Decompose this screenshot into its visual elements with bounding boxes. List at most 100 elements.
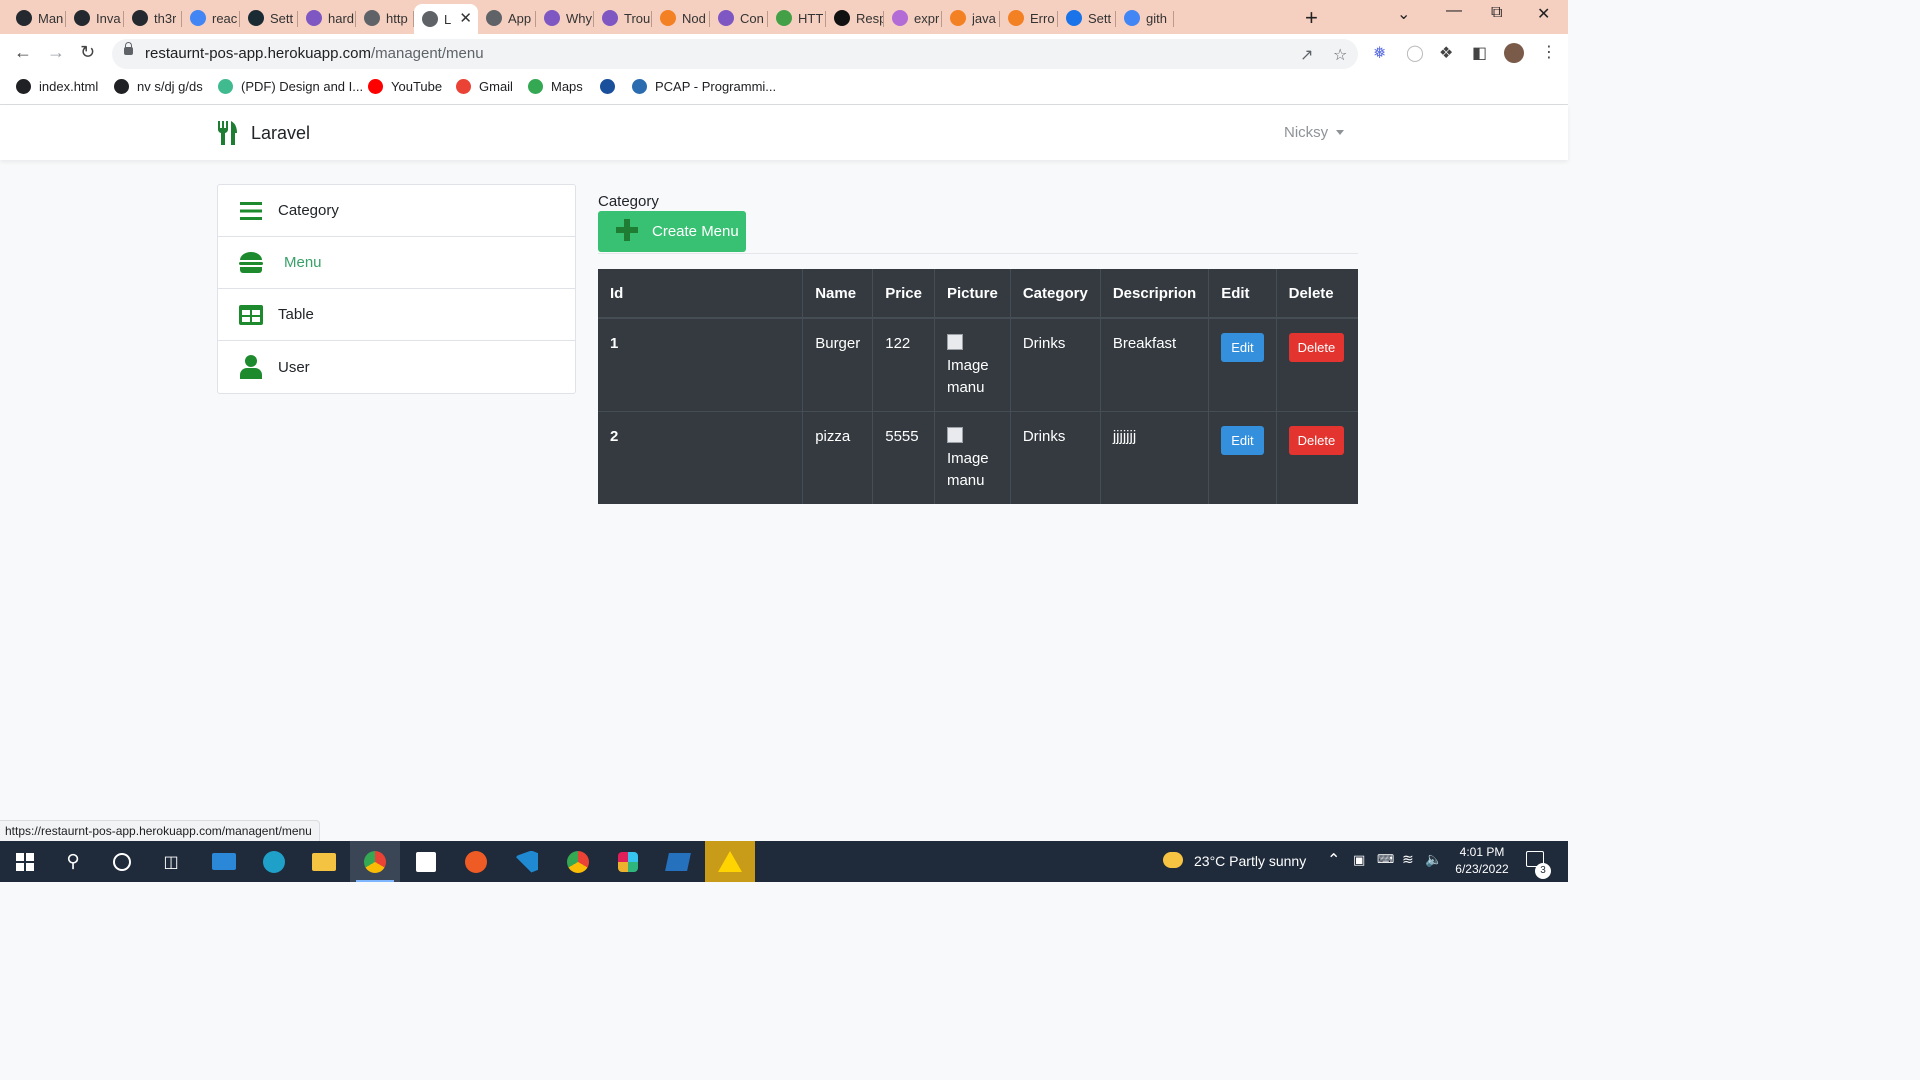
tab-title: L [444, 11, 452, 27]
globe-icon [422, 11, 438, 27]
edit-button[interactable]: Edit [1221, 426, 1264, 455]
address-bar[interactable]: restaurnt-pos-app.herokuapp.com/managent… [112, 39, 1358, 69]
cell-picture: Image manu [934, 411, 1011, 504]
bookmark-item[interactable]: Gmail [456, 79, 513, 94]
sidebar-item-category[interactable]: Category [218, 185, 575, 237]
meet-now-icon[interactable]: ▣ [1353, 852, 1365, 868]
bookmark-item[interactable]: (PDF) Design and I... [218, 79, 363, 94]
browser-tab[interactable]: Erro [1000, 4, 1058, 32]
bookmark-item[interactable] [600, 79, 623, 94]
browser-tab[interactable]: th3r [124, 4, 182, 32]
browser-tab-active[interactable]: L ✕ [414, 4, 478, 34]
clock-date: 6/23/2022 [1455, 862, 1509, 876]
search-icon[interactable]: ⚲ [48, 841, 98, 882]
browser-tab[interactable]: java [942, 4, 1000, 32]
clock-time: 4:01 PM [1459, 845, 1505, 859]
back-button[interactable]: ← [14, 42, 32, 63]
create-menu-button[interactable]: Create Menu [598, 211, 746, 252]
bookmark-item[interactable]: index.html [16, 79, 98, 94]
bookmark-item[interactable]: Maps [528, 79, 583, 94]
edge-browser-icon[interactable] [249, 841, 299, 882]
brand-link[interactable]: Laravel [217, 121, 310, 145]
weather-text[interactable]: 23°C Partly sunny [1194, 853, 1306, 869]
reload-button[interactable]: ↻ [80, 42, 95, 63]
minimize-button[interactable]: — [1446, 2, 1462, 20]
slack-icon[interactable] [603, 841, 653, 882]
system-clock[interactable]: 4:01 PM 6/23/2022 [1448, 844, 1516, 878]
forward-button[interactable]: → [47, 42, 65, 63]
bookmark-label: Gmail [479, 79, 513, 94]
tab-search-icon[interactable]: ⌄ [1397, 4, 1410, 24]
delete-button[interactable]: Delete [1288, 333, 1345, 362]
chrome-taskbar-icon[interactable] [350, 841, 400, 882]
table-row: 2 pizza 5555 Image manu Drinks jjjjjjj E… [598, 411, 1358, 504]
url-text[interactable]: restaurnt-pos-app.herokuapp.com/managent… [145, 45, 484, 62]
profile-avatar[interactable] [1504, 43, 1524, 63]
browser-tab[interactable]: Sett [240, 4, 298, 32]
cell-category: Drinks [1010, 411, 1101, 504]
github-icon [132, 10, 148, 26]
sidebar-item-user[interactable]: User [218, 341, 575, 393]
browser-tab[interactable]: App [478, 4, 536, 32]
volume-icon[interactable]: 🔈 [1425, 851, 1442, 868]
lock-icon[interactable] [124, 42, 133, 55]
bookmark-favicon-icon [528, 79, 543, 94]
powershell-icon[interactable] [653, 841, 703, 882]
sidebar-item-table[interactable]: Table [218, 289, 575, 341]
warning-app-icon[interactable] [705, 841, 755, 882]
extension-circle-icon[interactable]: ◯ [1406, 43, 1424, 63]
browser-tab[interactable]: Man [8, 4, 66, 32]
bookmark-item[interactable]: PCAP - Programmi... [632, 79, 776, 94]
vscode-icon[interactable] [502, 841, 552, 882]
browser-tab[interactable]: reac [182, 4, 240, 32]
side-panel-icon[interactable]: ◧ [1472, 43, 1487, 63]
browser-tab[interactable]: Resp [826, 4, 884, 32]
chrome-profile-icon[interactable] [553, 841, 603, 882]
browser-tab[interactable]: hard [298, 4, 356, 32]
browser-tab[interactable]: Sett [1058, 4, 1116, 32]
edit-button[interactable]: Edit [1221, 333, 1264, 362]
browser-tab[interactable]: HTT [768, 4, 826, 32]
wifi-icon[interactable]: ≋ [1402, 851, 1414, 868]
new-tab-button[interactable]: + [1305, 5, 1318, 31]
tab-title: Why [566, 10, 592, 26]
tray-chevron-icon[interactable]: ⌃ [1327, 850, 1340, 870]
user-dropdown[interactable]: Nicksy [1284, 124, 1345, 141]
browser-tab[interactable]: Trou [594, 4, 652, 32]
browser-tab[interactable]: Nod [652, 4, 710, 32]
bookmark-item[interactable]: nv s/dj g/ds [114, 79, 203, 94]
bookmark-star-icon[interactable]: ☆ [1333, 45, 1347, 65]
cortana-icon[interactable] [97, 841, 147, 882]
browser-tab[interactable]: expr [884, 4, 942, 32]
postman-icon[interactable] [451, 841, 501, 882]
extensions-puzzle-icon[interactable]: ❖ [1439, 43, 1453, 63]
browser-tab[interactable]: Why [536, 4, 594, 32]
file-explorer-icon[interactable] [299, 841, 349, 882]
restore-button[interactable]: ⧉ [1491, 4, 1502, 22]
browser-tab[interactable]: Inva [66, 4, 124, 32]
tab-title: Resp [856, 10, 884, 26]
browser-tab[interactable]: gith [1116, 4, 1174, 32]
close-window-button[interactable]: ✕ [1537, 4, 1550, 24]
chrome-menu-icon[interactable]: ⋮ [1541, 42, 1557, 62]
bookmark-item[interactable]: YouTube [368, 79, 442, 94]
input-language-icon[interactable]: ⌨ [1377, 852, 1394, 866]
tab-title: reac [212, 10, 238, 26]
sidebar-item-menu[interactable]: Menu [218, 237, 575, 289]
store-app-icon[interactable] [401, 841, 451, 882]
utensils-icon [218, 121, 237, 145]
browser-tab[interactable]: http [356, 4, 414, 32]
start-button[interactable] [0, 841, 50, 882]
close-tab-icon[interactable]: ✕ [459, 9, 472, 27]
section-title: Category [598, 193, 659, 210]
delete-button[interactable]: Delete [1288, 426, 1345, 455]
tab-title: http [386, 10, 408, 26]
weather-icon[interactable] [1163, 852, 1183, 868]
extension-snowflake-icon[interactable]: ❅ [1373, 43, 1386, 63]
share-icon[interactable]: ↗ [1300, 45, 1313, 65]
task-view-icon[interactable]: ◫ [146, 841, 196, 882]
menu-table: Id Name Price Picture Category Descripri… [598, 269, 1358, 504]
column-header-picture: Picture [934, 269, 1011, 319]
mail-app-icon[interactable] [199, 841, 249, 882]
browser-tab[interactable]: Con [710, 4, 768, 32]
